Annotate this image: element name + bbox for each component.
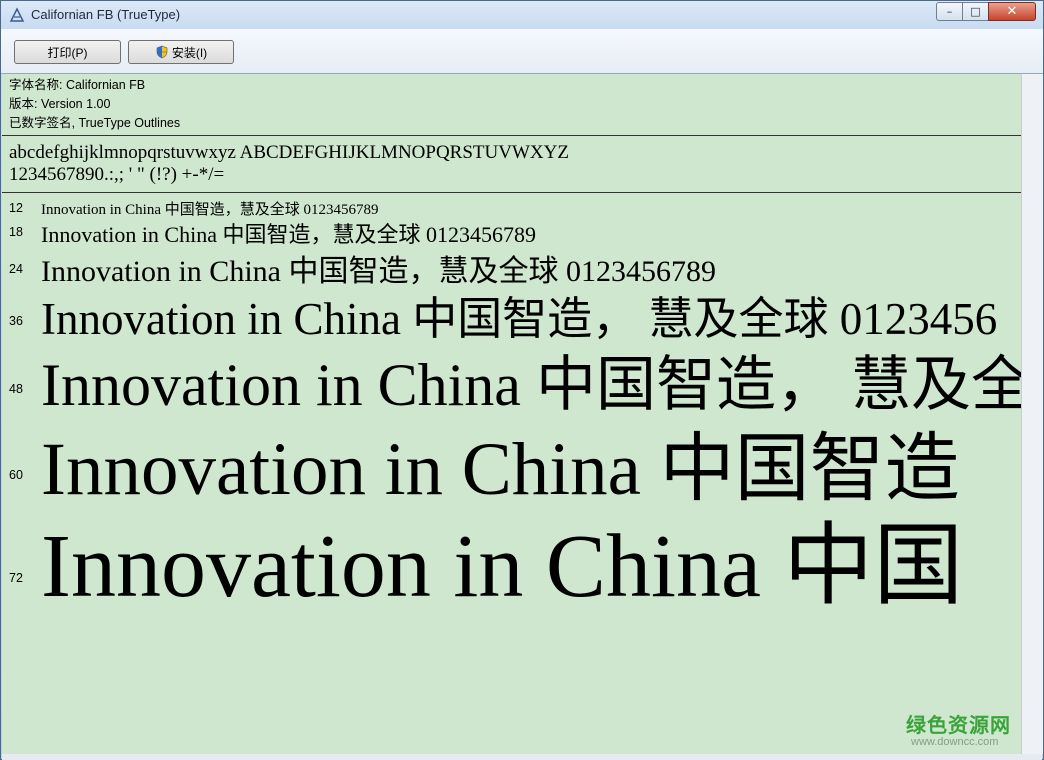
install-button[interactable]: 安装(I): [128, 40, 234, 64]
font-info: 字体名称: Californian FB 版本: Version 1.00 已数…: [9, 76, 180, 133]
sample-size: 12: [9, 201, 23, 215]
vertical-scrollbar[interactable]: [1021, 74, 1043, 754]
sample-size: 36: [9, 314, 23, 328]
divider-top: [2, 135, 1021, 136]
charset-letters: abcdefghijklmnopqrstuvwxyz ABCDEFGHIJKLM…: [9, 142, 569, 163]
charset-preview: abcdefghijklmnopqrstuvwxyz ABCDEFGHIJKLM…: [9, 142, 569, 186]
watermark-url: www.downcc.com: [911, 736, 999, 748]
minimize-icon: –: [946, 5, 953, 18]
close-button[interactable]: ✕: [988, 2, 1036, 21]
title-bar[interactable]: Californian FB (TrueType) – □ ✕: [1, 1, 1043, 29]
divider-bottom: [2, 192, 1021, 193]
install-button-label: 安装(I): [171, 45, 208, 60]
sample-text: Innovation in China 中国智造，慧及全球 0123456789: [41, 222, 536, 247]
font-version: 版本: Version 1.00: [9, 97, 111, 111]
font-preview-area: 字体名称: Californian FB 版本: Version 1.00 已数…: [2, 74, 1021, 754]
charset-digits: 1234567890.:,; ' " (!?) +-*/=: [9, 164, 225, 185]
minimize-button[interactable]: –: [936, 2, 963, 21]
font-signature: 已数字签名, TrueType Outlines: [9, 116, 181, 130]
sample-size: 60: [9, 468, 23, 482]
maximize-icon: □: [970, 5, 981, 18]
font-viewer-window: Californian FB (TrueType) – □ ✕ 打印(P) 安装…: [0, 0, 1044, 760]
print-button-label: 打印(P): [47, 45, 88, 60]
sample-size: 24: [9, 262, 23, 276]
font-name: 字体名称: Californian FB: [9, 78, 146, 92]
toolbar: 打印(P) 安装(I): [1, 29, 1043, 74]
font-app-icon: [9, 7, 25, 22]
print-button[interactable]: 打印(P): [14, 40, 121, 64]
horizontal-scrollbar[interactable]: [2, 754, 1042, 760]
window-title: Californian FB (TrueType): [31, 7, 181, 22]
sample-text: Innovation in China 中国: [41, 517, 964, 616]
sample-size: 72: [9, 571, 23, 585]
watermark-brand: 绿色资源网: [906, 713, 1011, 737]
uac-shield-icon: [156, 45, 168, 59]
close-icon: ✕: [1006, 4, 1018, 19]
sample-text: Innovation in China 中国智造，慧及全球 0123456789: [41, 202, 379, 218]
maximize-button[interactable]: □: [962, 2, 989, 21]
sample-size: 18: [9, 225, 23, 239]
sample-size: 48: [9, 382, 23, 396]
